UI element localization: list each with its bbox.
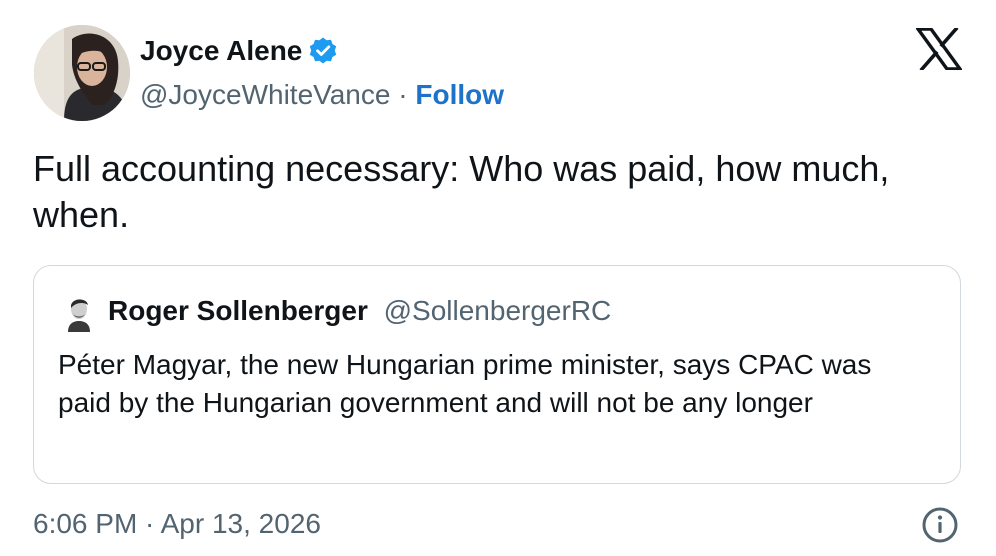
verified-badge-icon — [308, 36, 338, 66]
info-icon[interactable] — [921, 506, 959, 544]
quoted-author-name[interactable]: Roger Sollenberger — [108, 295, 368, 326]
x-logo-icon[interactable] — [914, 26, 964, 72]
author-handle-line: @JoyceWhiteVance · Follow — [140, 77, 504, 113]
author-avatar[interactable] — [34, 25, 130, 121]
author-name-text: Joyce Alene — [140, 35, 303, 66]
quoted-author-handle[interactable]: @SollenbergerRC — [384, 295, 612, 326]
embedded-tweet-card: Joyce Alene @JoyceWhiteVance · Follow Fu… — [0, 0, 996, 556]
author-handle[interactable]: @JoyceWhiteVance — [140, 79, 390, 110]
tweet-text: Full accounting necessary: Who was paid,… — [33, 148, 890, 235]
tweet-timestamp[interactable]: 6:06 PM · Apr 13, 2026 — [33, 506, 321, 542]
quoted-tweet-card[interactable]: Roger Sollenberger @SollenbergerRC Péter… — [33, 265, 961, 484]
separator-dot: · — [398, 79, 408, 110]
quoted-tweet-header: Roger Sollenberger @SollenbergerRC — [108, 294, 611, 328]
follow-button[interactable]: Follow — [415, 79, 504, 110]
quoted-author-avatar[interactable] — [62, 292, 96, 332]
quoted-tweet-text: Péter Magyar, the new Hungarian prime mi… — [58, 349, 872, 418]
author-display-name[interactable]: Joyce Alene — [140, 33, 338, 69]
author-avatar-image — [34, 25, 130, 121]
